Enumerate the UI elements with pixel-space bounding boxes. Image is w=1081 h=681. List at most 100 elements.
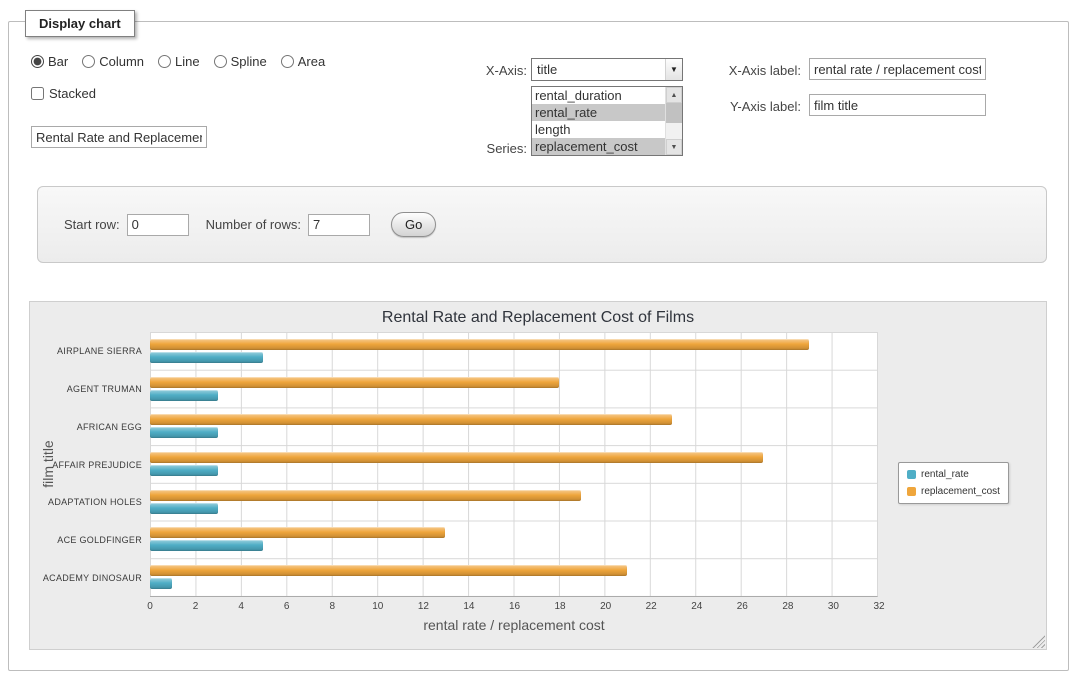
category-label: AFRICAN EGG: [30, 408, 142, 446]
legend-swatch-icon: [907, 470, 916, 479]
chart-type-radio-bar[interactable]: [31, 55, 44, 68]
legend-label: replacement_cost: [921, 486, 1000, 497]
category-band: [150, 407, 877, 445]
chart-type-radio-column[interactable]: [82, 55, 95, 68]
chart-type-radio-line[interactable]: [158, 55, 171, 68]
legend-swatch-icon: [907, 487, 916, 496]
x-tick-label: 30: [828, 601, 839, 612]
chart-panel: Rental Rate and Replacement Cost of Film…: [29, 301, 1047, 650]
category-label: ACADEMY DINOSAUR: [30, 559, 142, 597]
legend-item-replacement_cost[interactable]: replacement_cost: [907, 486, 1000, 497]
chart-type-option-area[interactable]: Area: [281, 54, 325, 69]
category-label: AGENT TRUMAN: [30, 370, 142, 408]
stacked-checkbox[interactable]: [31, 87, 44, 100]
chart-type-label: Spline: [231, 54, 267, 69]
series-listbox-options: rental_durationrental_ratelengthreplacem…: [532, 87, 665, 155]
bar-replacement_cost[interactable]: [150, 414, 672, 425]
series-label: Series:: [389, 141, 527, 156]
series-option-length[interactable]: length: [532, 121, 665, 138]
chart-type-label: Area: [298, 54, 325, 69]
x-tick-label: 2: [193, 601, 199, 612]
bar-rental_rate[interactable]: [150, 465, 218, 476]
category-label: ADAPTATION HOLES: [30, 483, 142, 521]
x-tick-label: 10: [372, 601, 383, 612]
series-option-rental_duration[interactable]: rental_duration: [532, 87, 665, 104]
category-label: ACE GOLDFINGER: [30, 521, 142, 559]
chart-type-radio-area[interactable]: [281, 55, 294, 68]
category-band: [150, 370, 877, 408]
x-axis-selected-value: title: [532, 62, 665, 77]
x-tick-label: 26: [737, 601, 748, 612]
resize-handle-icon[interactable]: [1032, 635, 1045, 648]
x-tick-label: 14: [463, 601, 474, 612]
x-tick-label: 12: [418, 601, 429, 612]
bar-rental_rate[interactable]: [150, 578, 172, 589]
x-tick-label: 22: [646, 601, 657, 612]
y-axis-label-field-label: Y-Axis label:: [655, 99, 801, 114]
start-row-input[interactable]: [127, 214, 189, 236]
legend-label: rental_rate: [921, 469, 969, 480]
chart-title: Rental Rate and Replacement Cost of Film…: [30, 309, 1046, 327]
x-axis-label-field-label: X-Axis label:: [655, 63, 801, 78]
x-tick-label: 0: [147, 601, 153, 612]
bar-replacement_cost[interactable]: [150, 339, 809, 350]
chart-type-label: Line: [175, 54, 200, 69]
category-labels: AIRPLANE SIERRAAGENT TRUMANAFRICAN EGGAF…: [30, 332, 142, 597]
go-button[interactable]: Go: [391, 212, 436, 237]
x-axis-label-input[interactable]: [809, 58, 986, 80]
chart-legend: rental_rate replacement_cost: [898, 462, 1009, 504]
bar-replacement_cost[interactable]: [150, 490, 581, 501]
x-tick-label: 20: [600, 601, 611, 612]
bar-rental_rate[interactable]: [150, 390, 218, 401]
number-of-rows-input[interactable]: [308, 214, 370, 236]
bar-replacement_cost[interactable]: [150, 452, 763, 463]
chart-type-radio-spline[interactable]: [214, 55, 227, 68]
chart-type-option-column[interactable]: Column: [82, 54, 144, 69]
bar-rental_rate[interactable]: [150, 503, 218, 514]
start-row-label: Start row:: [64, 217, 120, 232]
category-band: [150, 332, 877, 370]
series-listbox-scrollbar[interactable]: ▲ ▼: [665, 87, 682, 155]
scroll-down-icon[interactable]: ▼: [666, 139, 682, 155]
category-band: [150, 521, 877, 559]
category-label: AFFAIR PREJUDICE: [30, 446, 142, 484]
series-option-replacement_cost[interactable]: replacement_cost: [532, 138, 665, 155]
bar-rental_rate[interactable]: [150, 427, 218, 438]
x-tick-label: 18: [555, 601, 566, 612]
chart-type-label: Bar: [48, 54, 68, 69]
number-of-rows-label: Number of rows:: [206, 217, 301, 232]
plot-bands: [150, 332, 877, 596]
x-tick-label: 6: [284, 601, 290, 612]
frame-legend: Display chart: [25, 10, 135, 37]
chart-type-option-spline[interactable]: Spline: [214, 54, 267, 69]
bar-replacement_cost[interactable]: [150, 565, 627, 576]
legend-item-rental_rate[interactable]: rental_rate: [907, 469, 1000, 480]
series-option-rental_rate[interactable]: rental_rate: [532, 104, 665, 121]
x-tick-label: 24: [691, 601, 702, 612]
category-band: [150, 483, 877, 521]
row-controls-panel: Start row: Number of rows: Go: [37, 186, 1047, 263]
chart-title-input[interactable]: [31, 126, 207, 148]
x-tick-label: 8: [329, 601, 335, 612]
bar-replacement_cost[interactable]: [150, 527, 445, 538]
chart-type-option-bar[interactable]: Bar: [31, 54, 68, 69]
series-listbox[interactable]: rental_durationrental_ratelengthreplacem…: [531, 86, 683, 156]
frame-legend-text: Display chart: [39, 16, 121, 31]
x-tick-label: 32: [873, 601, 884, 612]
chart-type-option-line[interactable]: Line: [158, 54, 200, 69]
plot-area: [150, 332, 878, 597]
bar-rental_rate[interactable]: [150, 540, 263, 551]
x-axis-select-label: X-Axis:: [389, 63, 527, 78]
display-chart-frame: Display chart BarColumnLineSplineArea St…: [8, 21, 1069, 671]
stacked-option[interactable]: Stacked: [31, 86, 96, 101]
y-axis-label-input[interactable]: [809, 94, 986, 116]
x-tick-label: 16: [509, 601, 520, 612]
stacked-label: Stacked: [49, 86, 96, 101]
x-tick-label: 4: [238, 601, 244, 612]
bar-rental_rate[interactable]: [150, 352, 263, 363]
category-band: [150, 558, 877, 596]
bar-replacement_cost[interactable]: [150, 377, 559, 388]
x-tick-labels: 02468101214161820222426283032: [150, 601, 879, 613]
chart-type-group: Bar Column Line Spline Area: [31, 54, 325, 69]
category-label: AIRPLANE SIERRA: [30, 332, 142, 370]
